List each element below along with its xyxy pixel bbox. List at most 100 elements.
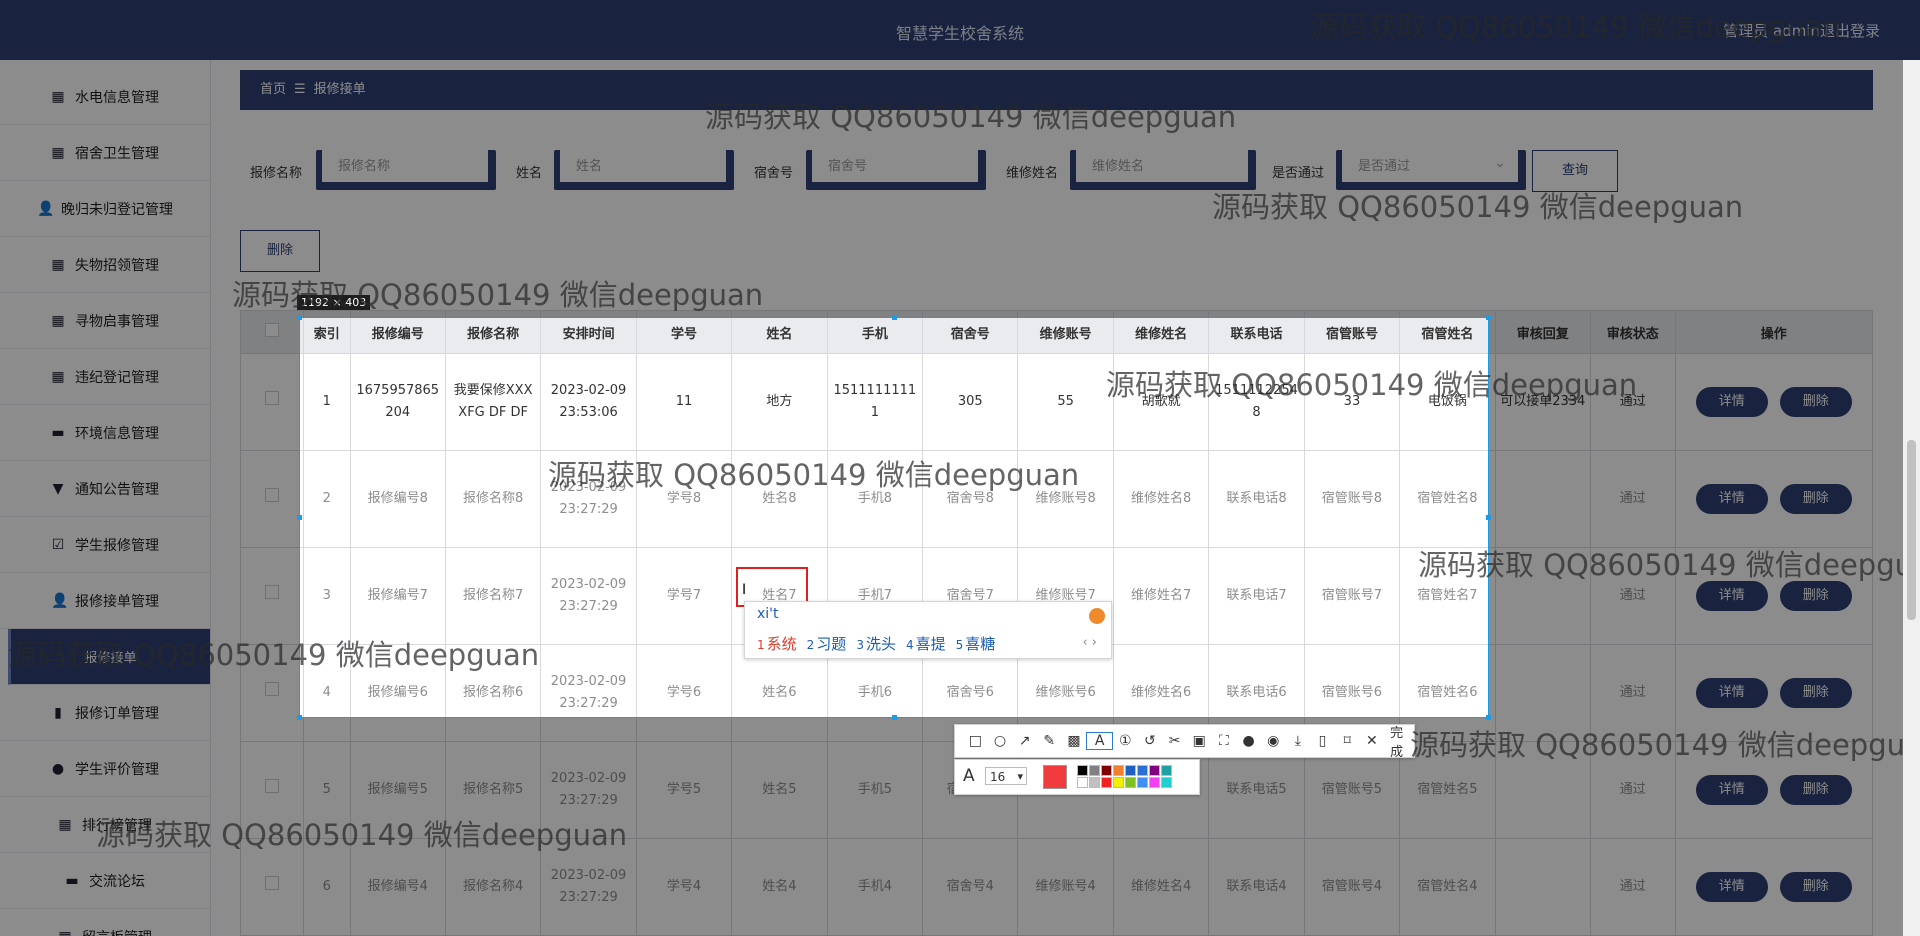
column-header: 报修名称 xyxy=(444,310,542,354)
select-all-checkbox[interactable] xyxy=(240,310,304,354)
color-swatch[interactable] xyxy=(1125,765,1136,776)
bookmark-icon[interactable]: ⌑ xyxy=(1335,733,1360,749)
detail-button[interactable]: 详情 xyxy=(1695,581,1768,611)
pen-icon[interactable]: ✎ xyxy=(1037,733,1062,749)
color-swatch[interactable] xyxy=(1077,765,1088,776)
copy-icon[interactable]: ▯ xyxy=(1310,733,1335,749)
ime-candidate[interactable]: 3 洗头 xyxy=(856,635,896,653)
color-swatch[interactable] xyxy=(1161,765,1172,776)
ellipse-icon[interactable]: ○ xyxy=(988,733,1013,749)
sidebar-item-label: 寻物启事管理 xyxy=(75,313,159,330)
ime-candidate[interactable]: 1 系统 xyxy=(757,635,797,653)
page-scrollbar[interactable] xyxy=(1903,60,1920,936)
row-checkbox[interactable] xyxy=(240,838,304,936)
detail-button[interactable]: 详情 xyxy=(1695,678,1768,708)
row-checkbox[interactable] xyxy=(240,644,304,742)
table-cell xyxy=(1494,838,1592,936)
record-icon[interactable]: ◉ xyxy=(1261,733,1286,749)
color-swatch[interactable] xyxy=(1113,777,1124,788)
sidebar-item[interactable]: ▮ 报修订单管理 xyxy=(0,685,210,741)
color-swatch[interactable] xyxy=(1089,765,1100,776)
detail-button[interactable]: 详情 xyxy=(1695,387,1768,417)
sidebar-item[interactable]: ▦ 宿舍卫生管理 xyxy=(0,125,210,181)
save-icon[interactable]: ⤓ xyxy=(1286,733,1311,749)
row-checkbox[interactable] xyxy=(240,547,304,645)
sidebar-item[interactable]: 👤 报修接单管理 xyxy=(0,573,210,629)
sidebar-item[interactable]: ● 学生评价管理 xyxy=(0,741,210,797)
rect-icon[interactable]: □ xyxy=(963,733,988,749)
detail-button[interactable]: 详情 xyxy=(1695,775,1768,805)
sidebar-item[interactable]: 👤 晚归未归登记管理 xyxy=(0,181,210,237)
color-swatch[interactable] xyxy=(1125,777,1136,788)
text-icon[interactable]: A xyxy=(1086,732,1113,750)
row-delete-button[interactable]: 删除 xyxy=(1779,678,1852,708)
pin-icon[interactable]: ● xyxy=(1236,733,1261,749)
sidebar-item[interactable]: ▼ 通知公告管理 xyxy=(0,461,210,517)
color-swatch[interactable] xyxy=(1077,777,1088,788)
ime-logo-icon xyxy=(1089,608,1105,624)
query-button[interactable]: 查询 xyxy=(1532,150,1618,192)
current-color-swatch[interactable] xyxy=(1043,765,1067,789)
sidebar-item[interactable]: ▦ 寻物启事管理 xyxy=(0,293,210,349)
ime-candidate[interactable]: 4 喜提 xyxy=(906,635,946,653)
sidebar-item[interactable]: ▦ 排行榜管理 xyxy=(0,797,210,853)
color-swatch[interactable] xyxy=(1149,777,1160,788)
color-swatch[interactable] xyxy=(1101,765,1112,776)
undo-icon[interactable]: ↺ xyxy=(1138,733,1163,749)
font-size-select[interactable]: 16 xyxy=(985,767,1027,786)
ime-candidate[interactable]: 2 习题 xyxy=(807,635,847,653)
sidebar-item[interactable]: ▦ 留言板管理 xyxy=(0,909,210,936)
breadcrumb-home[interactable]: 首页 xyxy=(260,82,286,97)
logout-link[interactable]: 退出登录 xyxy=(1820,20,1880,41)
row-delete-button[interactable]: 删除 xyxy=(1779,387,1852,417)
check-icon: ☑ xyxy=(51,536,65,553)
row-actions: 详情 删除 xyxy=(1674,450,1873,548)
color-swatch[interactable] xyxy=(1101,777,1112,788)
arrow-icon[interactable]: ↗ xyxy=(1012,733,1037,749)
color-swatch[interactable] xyxy=(1149,765,1160,776)
color-swatch[interactable] xyxy=(1113,765,1124,776)
color-swatch[interactable] xyxy=(1089,777,1100,788)
sidebar-item[interactable]: ☑ 学生报修管理 xyxy=(0,517,210,573)
color-swatch[interactable] xyxy=(1137,777,1148,788)
name-input[interactable]: 姓名 xyxy=(554,150,734,190)
ocr-icon[interactable]: ▣ xyxy=(1187,733,1212,749)
sidebar-item[interactable]: ▦ 失物招领管理 xyxy=(0,237,210,293)
color-swatch[interactable] xyxy=(1137,765,1148,776)
sidebar-item[interactable]: ▦ 违纪登记管理 xyxy=(0,349,210,405)
dorm-input[interactable]: 宿舍号 xyxy=(806,150,986,190)
sidebar-item[interactable]: ▬ 环境信息管理 xyxy=(0,405,210,461)
column-header: 学号 xyxy=(635,310,733,354)
sidebar-item[interactable]: ▬ 交流论坛 xyxy=(0,853,210,909)
grid-icon: ▦ xyxy=(51,312,65,329)
row-checkbox[interactable] xyxy=(240,741,304,839)
close-icon[interactable]: ✕ xyxy=(1360,733,1385,749)
repairer-name-input[interactable]: 维修姓名 xyxy=(1070,150,1256,190)
row-checkbox[interactable] xyxy=(240,450,304,548)
number-icon[interactable]: ① xyxy=(1113,733,1138,749)
scroll-capture-icon[interactable]: ⛶ xyxy=(1212,733,1237,749)
sidebar-item[interactable]: 报修接单 xyxy=(8,629,210,685)
done-button[interactable]: 完成 xyxy=(1390,722,1414,760)
mosaic-icon[interactable]: ▩ xyxy=(1062,733,1087,749)
scrollbar-thumb[interactable] xyxy=(1907,440,1916,620)
ime-page-nav[interactable]: ‹ › xyxy=(1082,635,1097,650)
detail-button[interactable]: 详情 xyxy=(1695,872,1768,902)
color-swatch[interactable] xyxy=(1161,777,1172,788)
column-header: 审核状态 xyxy=(1590,310,1676,354)
eraser-icon[interactable]: ✂ xyxy=(1162,733,1187,749)
repair-name-input[interactable]: 报修名称 xyxy=(316,150,496,190)
approved-select[interactable]: 是否通过 xyxy=(1336,146,1526,190)
ime-candidate[interactable]: 5 喜糖 xyxy=(956,635,996,653)
row-delete-button[interactable]: 删除 xyxy=(1779,775,1852,805)
ime-candidate-text: 喜提 xyxy=(915,635,946,653)
sidebar-item[interactable]: ▦ 水电信息管理 xyxy=(0,69,210,125)
column-header: 审核回复 xyxy=(1494,310,1592,354)
detail-button[interactable]: 详情 xyxy=(1695,484,1768,514)
ime-candidate-text: 系统 xyxy=(766,635,797,653)
batch-delete-button[interactable]: 删除 xyxy=(240,230,320,272)
row-delete-button[interactable]: 删除 xyxy=(1779,872,1852,902)
row-checkbox[interactable] xyxy=(240,353,304,451)
row-delete-button[interactable]: 删除 xyxy=(1779,581,1852,611)
row-delete-button[interactable]: 删除 xyxy=(1779,484,1852,514)
